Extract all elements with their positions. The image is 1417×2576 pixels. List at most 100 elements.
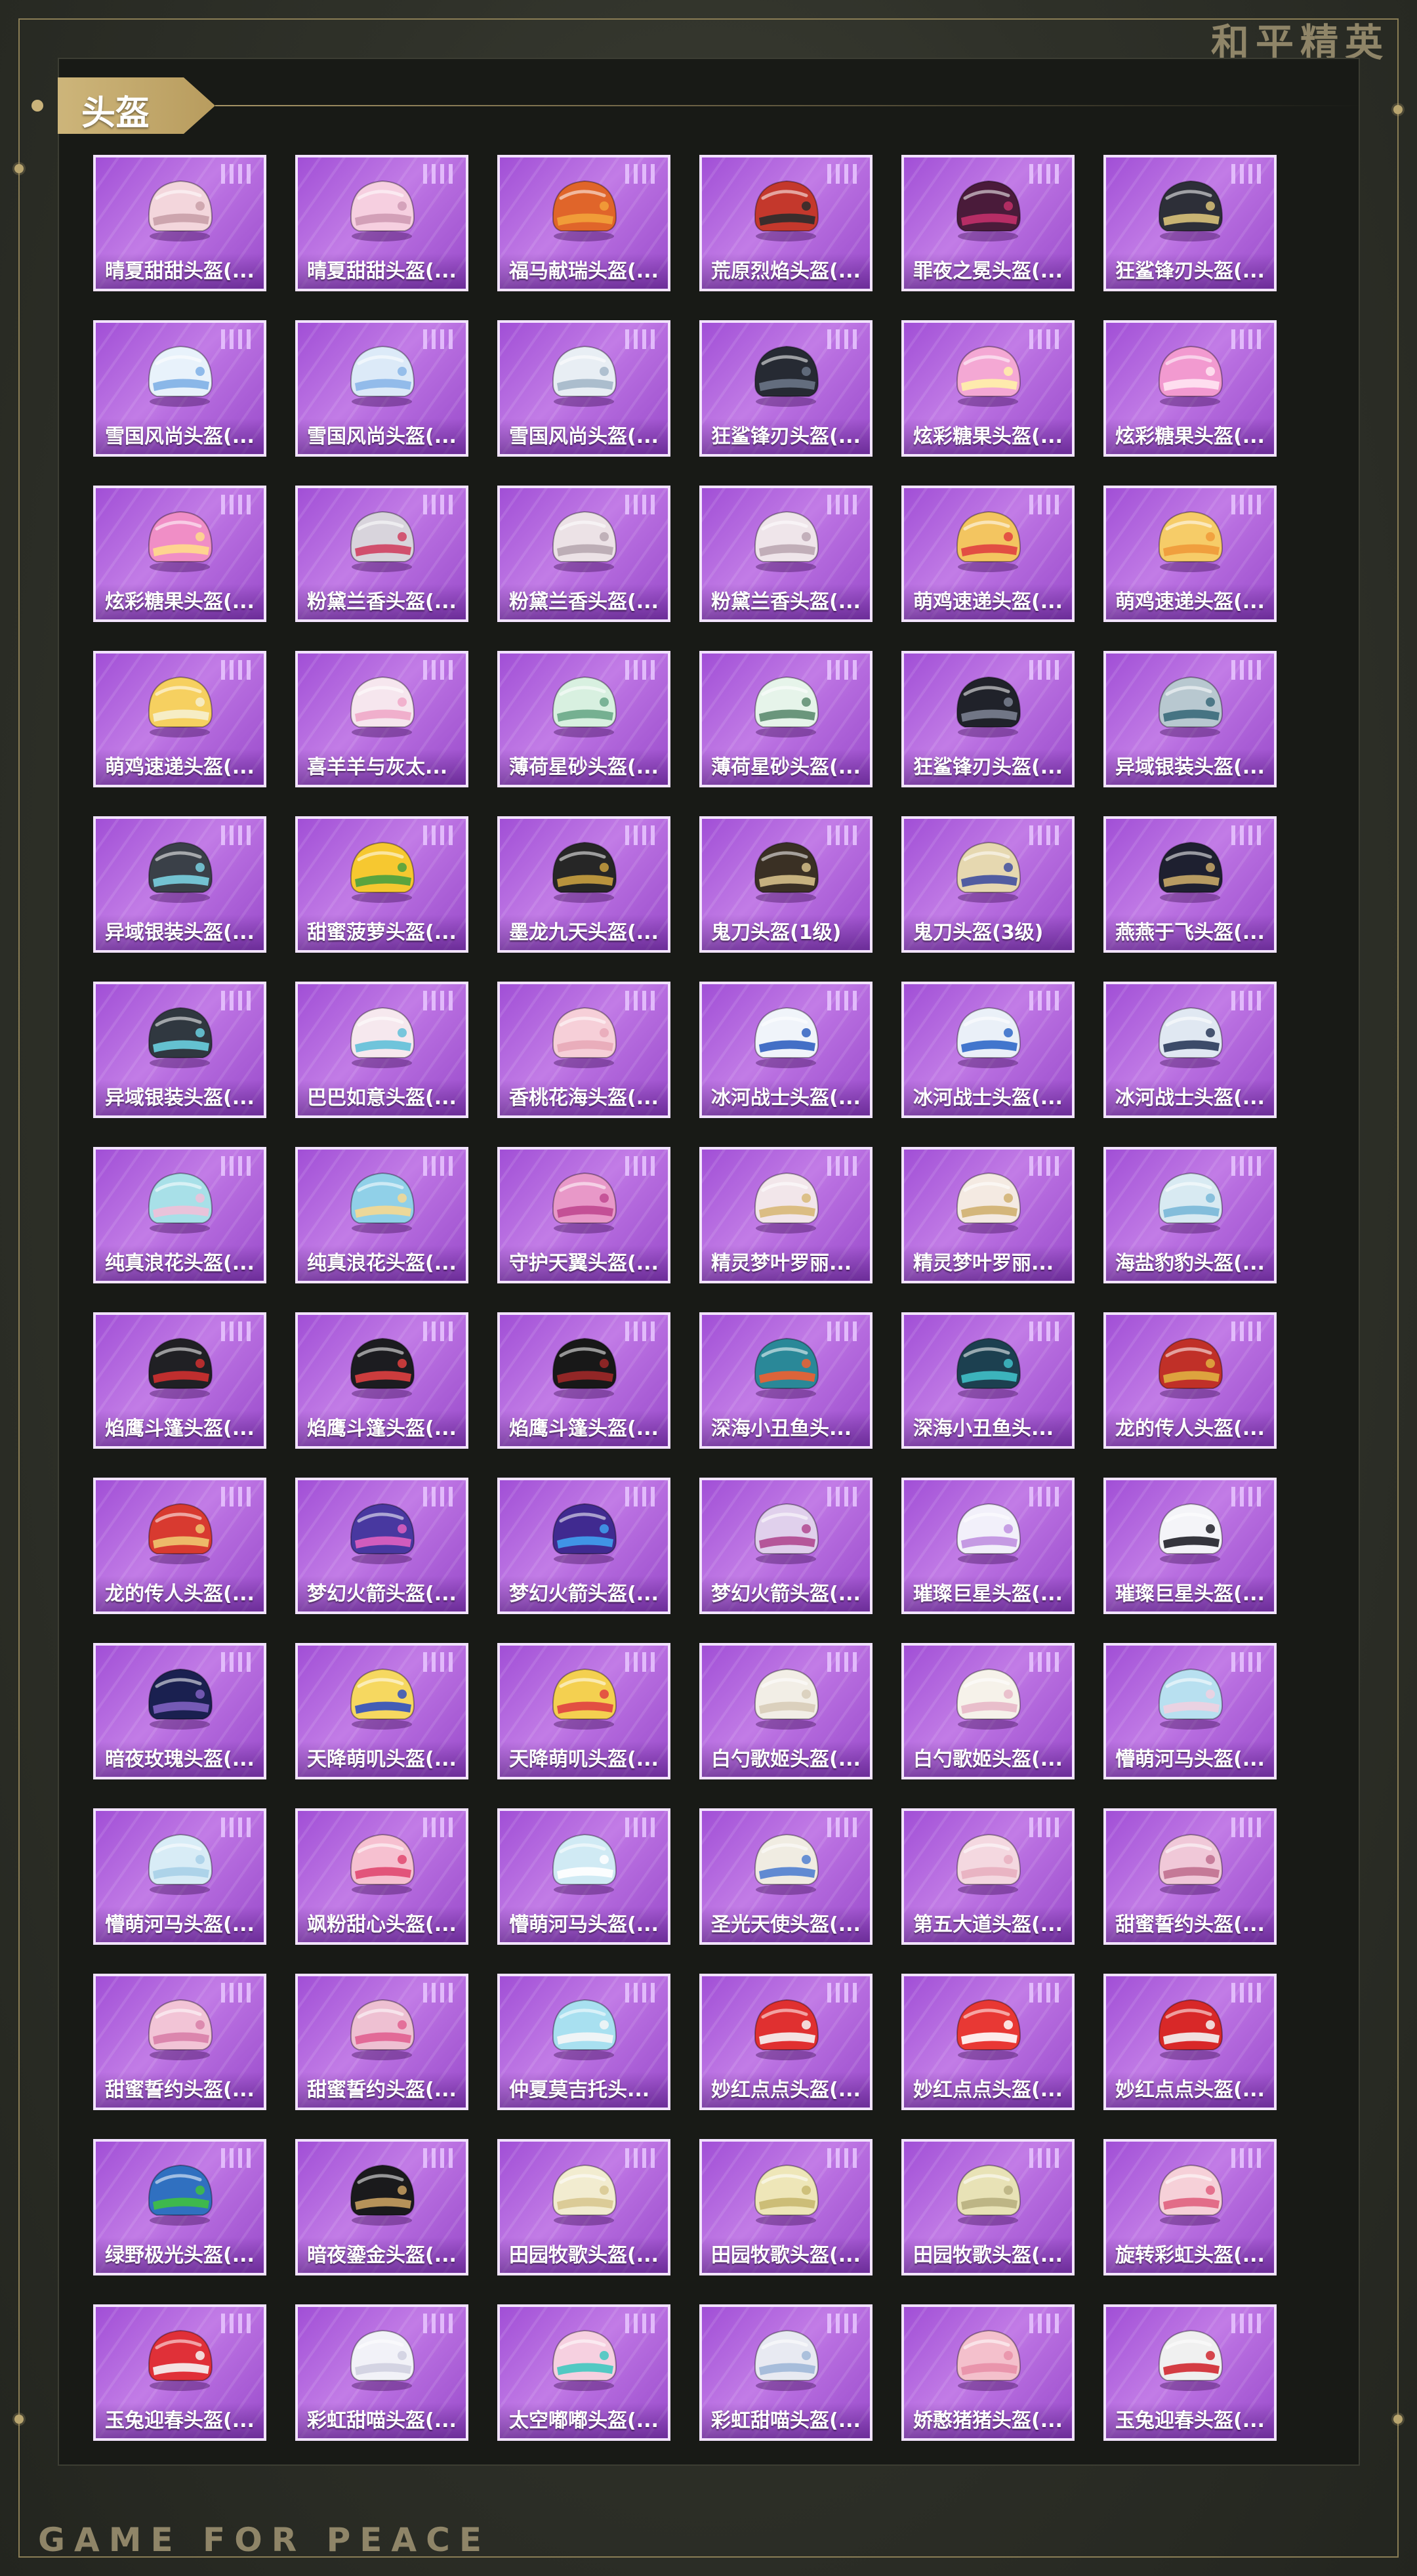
helmet-card[interactable]: 炫彩糖果头盔(... (1103, 320, 1277, 457)
helmet-card[interactable]: 狂鲨锋刃头盔(... (699, 320, 873, 457)
helmet-card[interactable]: 异域银装头盔(... (1103, 651, 1277, 787)
helmet-card[interactable]: 焰鹰斗篷头盔(... (497, 1312, 670, 1449)
helmet-card[interactable]: 荒原烈焰头盔(... (699, 155, 873, 291)
helmet-card[interactable]: 白勺歌姬头盔(... (699, 1643, 873, 1779)
helmet-card[interactable]: 福马献瑞头盔(... (497, 155, 670, 291)
helmet-card[interactable]: 飒粉甜心头盔(... (295, 1808, 468, 1945)
helmet-card[interactable]: 太空嘟嘟头盔(... (497, 2304, 670, 2441)
helmet-icon (350, 345, 415, 407)
helmet-card[interactable]: 萌鸡速递头盔(... (93, 651, 266, 787)
helmet-name: 粉黛兰香头盔(... (307, 591, 457, 613)
helmet-card[interactable]: 璀璨巨星头盔(... (901, 1478, 1075, 1614)
helmet-card[interactable]: 暗夜鎏金头盔(... (295, 2139, 468, 2275)
helmet-card[interactable]: 田园牧歌头盔(... (497, 2139, 670, 2275)
helmet-card[interactable]: 玉兔迎春头盔(... (93, 2304, 266, 2441)
helmet-card[interactable]: 旋转彩虹头盔(... (1103, 2139, 1277, 2275)
helmet-card[interactable]: 狂鲨锋刃头盔(... (1103, 155, 1277, 291)
helmet-card[interactable]: 懵萌河马头盔(... (1103, 1643, 1277, 1779)
helmet-card[interactable]: 妙红点点头盔(... (901, 1974, 1075, 2110)
helmet-card[interactable]: 燕燕于飞头盔(... (1103, 816, 1277, 953)
helmet-card[interactable]: 萌鸡速递头盔(... (1103, 486, 1277, 622)
helmet-card[interactable]: 娇憨猪猪头盔(... (901, 2304, 1075, 2441)
helmet-card[interactable]: 玉兔迎春头盔(... (1103, 2304, 1277, 2441)
helmet-card[interactable]: 焰鹰斗篷头盔(... (295, 1312, 468, 1449)
helmet-card[interactable]: 粉黛兰香头盔(... (295, 486, 468, 622)
helmet-card[interactable]: 墨龙九天头盔(... (497, 816, 670, 953)
helmet-card[interactable]: 绿野极光头盔(... (93, 2139, 266, 2275)
helmet-card[interactable]: 第五大道头盔(... (901, 1808, 1075, 1945)
helmet-icon (148, 1007, 213, 1068)
helmet-card[interactable]: 甜蜜誓约头盔(... (93, 1974, 266, 2110)
helmet-card[interactable]: 梦幻火箭头盔(... (295, 1478, 468, 1614)
helmet-card[interactable]: 田园牧歌头盔(... (901, 2139, 1075, 2275)
helmet-card[interactable]: 彩虹甜喵头盔(... (699, 2304, 873, 2441)
helmet-card[interactable]: 甜蜜誓约头盔(... (1103, 1808, 1277, 1945)
helmet-card[interactable]: 雪国风尚头盔(... (93, 320, 266, 457)
helmet-card[interactable]: 狂鲨锋刃头盔(... (901, 651, 1075, 787)
helmet-card[interactable]: 精灵梦叶罗丽... (699, 1147, 873, 1283)
helmet-card[interactable]: 萌鸡速递头盔(... (901, 486, 1075, 622)
helmet-card[interactable]: 异域银装头盔(... (93, 982, 266, 1118)
helmet-card[interactable]: 璀璨巨星头盔(... (1103, 1478, 1277, 1614)
helmet-card[interactable]: 雪国风尚头盔(... (295, 320, 468, 457)
helmet-icon (552, 1999, 617, 2060)
rarity-bars (625, 1487, 655, 1506)
helmet-card[interactable]: 天降萌叽头盔(... (497, 1643, 670, 1779)
helmet-card[interactable]: 梦幻火箭头盔(... (497, 1478, 670, 1614)
helmet-card[interactable]: 罪夜之冕头盔(... (901, 155, 1075, 291)
helmet-card[interactable]: 妙红点点头盔(... (1103, 1974, 1277, 2110)
helmet-card[interactable]: 粉黛兰香头盔(... (699, 486, 873, 622)
helmet-card[interactable]: 冰河战士头盔(... (901, 982, 1075, 1118)
helmet-name: 玉兔迎春头盔(... (105, 2409, 255, 2432)
helmet-card[interactable]: 仲夏莫吉托头... (497, 1974, 670, 2110)
helmet-card[interactable]: 鬼刀头盔(1级) (699, 816, 873, 953)
helmet-name: 彩虹甜喵头盔(... (711, 2409, 861, 2432)
helmet-card[interactable]: 雪国风尚头盔(... (497, 320, 670, 457)
helmet-card[interactable]: 粉黛兰香头盔(... (497, 486, 670, 622)
helmet-card[interactable]: 鬼刀头盔(3级) (901, 816, 1075, 953)
helmet-card[interactable]: 冰河战士头盔(... (699, 982, 873, 1118)
helmet-card[interactable]: 懵萌河马头盔(... (497, 1808, 670, 1945)
helmet-card[interactable]: 甜蜜誓约头盔(... (295, 1974, 468, 2110)
helmet-card[interactable]: 巴巴如意头盔(... (295, 982, 468, 1118)
helmet-name: 梦幻火箭头盔(... (307, 1583, 457, 1606)
helmet-name: 懵萌河马头盔(... (509, 1913, 659, 1936)
helmet-card[interactable]: 炫彩糖果头盔(... (901, 320, 1075, 457)
helmet-name: 福马献瑞头盔(... (509, 260, 659, 283)
helmet-name: 暗夜鎏金头盔(... (307, 2244, 457, 2267)
helmet-card[interactable]: 暗夜玫瑰头盔(... (93, 1643, 266, 1779)
helmet-card[interactable]: 天降萌叽头盔(... (295, 1643, 468, 1779)
helmet-card[interactable]: 守护天翼头盔(... (497, 1147, 670, 1283)
helmet-card[interactable]: 深海小丑鱼头... (901, 1312, 1075, 1449)
helmet-card[interactable]: 异域银装头盔(... (93, 816, 266, 953)
section-tab-helmet[interactable]: 头盔 (58, 77, 215, 134)
helmet-card[interactable]: 圣光天使头盔(... (699, 1808, 873, 1945)
helmet-card[interactable]: 龙的传人头盔(... (93, 1478, 266, 1614)
helmet-card[interactable]: 甜蜜菠萝头盔(... (295, 816, 468, 953)
helmet-card[interactable]: 纯真浪花头盔(... (93, 1147, 266, 1283)
helmet-name: 狂鲨锋刃头盔(... (711, 425, 861, 448)
helmet-name: 妙红点点头盔(... (1115, 2079, 1265, 2102)
helmet-card[interactable]: 懵萌河马头盔(... (93, 1808, 266, 1945)
helmet-card[interactable]: 薄荷星砂头盔(... (497, 651, 670, 787)
helmet-card[interactable]: 炫彩糖果头盔(... (93, 486, 266, 622)
helmet-card[interactable]: 晴夏甜甜头盔(... (93, 155, 266, 291)
helmet-card[interactable]: 薄荷星砂头盔(... (699, 651, 873, 787)
helmet-card[interactable]: 白勺歌姬头盔(... (901, 1643, 1075, 1779)
helmet-name: 第五大道头盔(... (913, 1913, 1063, 1936)
helmet-card[interactable]: 梦幻火箭头盔(... (699, 1478, 873, 1614)
helmet-card[interactable]: 冰河战士头盔(... (1103, 982, 1277, 1118)
rarity-bars (1029, 1321, 1059, 1341)
helmet-card[interactable]: 香桃花海头盔(... (497, 982, 670, 1118)
helmet-card[interactable]: 龙的传人头盔(... (1103, 1312, 1277, 1449)
helmet-card[interactable]: 彩虹甜喵头盔(... (295, 2304, 468, 2441)
helmet-card[interactable]: 纯真浪花头盔(... (295, 1147, 468, 1283)
helmet-card[interactable]: 焰鹰斗篷头盔(... (93, 1312, 266, 1449)
helmet-card[interactable]: 深海小丑鱼头... (699, 1312, 873, 1449)
helmet-card[interactable]: 晴夏甜甜头盔(... (295, 155, 468, 291)
helmet-card[interactable]: 田园牧歌头盔(... (699, 2139, 873, 2275)
helmet-card[interactable]: 妙红点点头盔(... (699, 1974, 873, 2110)
helmet-card[interactable]: 海盐豹豹头盔(... (1103, 1147, 1277, 1283)
helmet-card[interactable]: 精灵梦叶罗丽... (901, 1147, 1075, 1283)
helmet-card[interactable]: 喜羊羊与灰太... (295, 651, 468, 787)
